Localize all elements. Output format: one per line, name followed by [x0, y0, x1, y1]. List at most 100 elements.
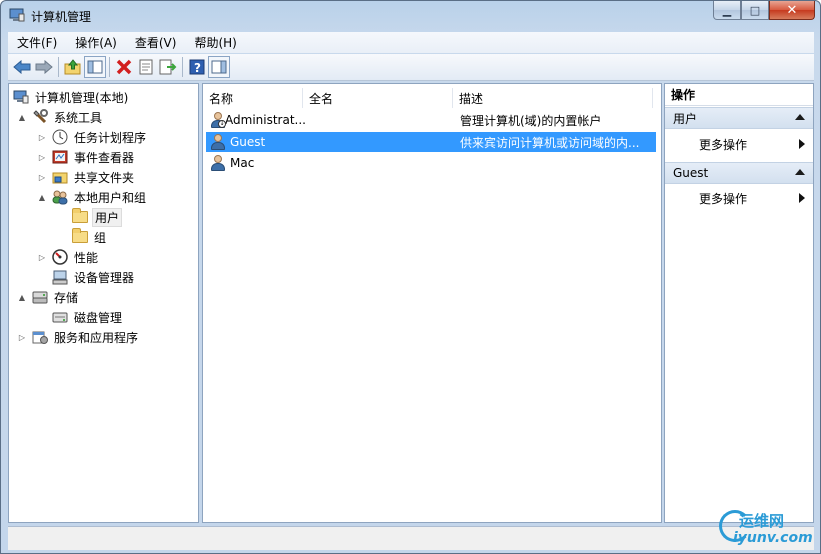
column-header-full-name[interactable]: 全名 — [303, 88, 453, 108]
back-button[interactable] — [11, 56, 33, 78]
minimize-icon: ▁ — [722, 3, 732, 17]
computer-management-icon — [12, 89, 29, 105]
tree-item-label: 磁盘管理 — [74, 310, 123, 325]
show-hide-tree-button[interactable] — [84, 56, 106, 78]
expanded-triangle-icon[interactable]: ▲ — [17, 293, 27, 302]
up-folder-icon — [64, 59, 81, 75]
collapsed-triangle-icon[interactable]: ▷ — [17, 333, 27, 342]
export-list-icon — [159, 59, 177, 75]
watermark-text-2: iyunv.com — [733, 530, 813, 546]
user-icon — [210, 134, 226, 150]
column-header-name[interactable]: 名称 — [203, 88, 303, 108]
action-item-label: 更多操作 — [699, 191, 748, 206]
submenu-arrow-icon — [799, 139, 805, 149]
tree-item-label: 事件查看器 — [74, 150, 135, 165]
computer-management-icon — [9, 8, 25, 22]
menu-action[interactable]: 操作(A) — [66, 34, 126, 51]
action-item-label: 更多操作 — [699, 137, 748, 152]
properties-button[interactable] — [135, 56, 157, 78]
tree-item-event-viewer[interactable]: ▷ 事件查看器 — [37, 147, 136, 167]
minimize-button[interactable]: ▁ — [713, 1, 741, 20]
tree-item-local-users-groups[interactable]: ▲ 本地用户和组 — [37, 187, 148, 207]
collapsed-triangle-icon[interactable]: ▷ — [37, 253, 47, 262]
collapsed-triangle-icon[interactable]: ▷ — [37, 173, 47, 182]
submenu-arrow-icon — [799, 193, 805, 203]
user-name-cell: Mac — [230, 156, 255, 170]
collapse-triangle-icon[interactable] — [795, 114, 805, 120]
tree-item-label: 用户 — [92, 207, 123, 227]
action-more-actions-guest[interactable]: 更多操作 — [665, 187, 813, 209]
toolbar-separator — [58, 57, 59, 77]
console-tree-pane[interactable]: 计算机管理(本地) ▲ 系统工具 ▷ 任务计划程序 ▷ 事件查看器 ▷ 共享文件… — [8, 83, 199, 523]
tree-item-label: 设备管理器 — [74, 270, 135, 285]
action-group-label: Guest — [673, 166, 709, 180]
tree-item-system-tools[interactable]: ▲ 系统工具 — [17, 107, 104, 127]
close-button[interactable]: ✕ — [769, 1, 815, 20]
column-header-description[interactable]: 描述 — [453, 88, 653, 108]
watermark-text-1: 运维网 — [739, 512, 785, 530]
forward-button[interactable] — [33, 56, 55, 78]
tree-item-groups[interactable]: 组 — [71, 227, 108, 247]
toolbar: ? — [8, 54, 814, 81]
computer-management-window: 计算机管理 ▁ □ ✕ 文件(F) 操作(A) 查看(V) 帮助(H) ? 计算… — [0, 0, 821, 554]
performance-icon — [51, 249, 68, 265]
column-header-label: 全名 — [309, 91, 334, 106]
tree-item-users[interactable]: 用户 — [71, 207, 123, 227]
table-row-mac[interactable]: Mac — [206, 153, 656, 173]
menu-help[interactable]: 帮助(H) — [185, 34, 245, 51]
expanded-triangle-icon[interactable]: ▲ — [37, 193, 47, 202]
show-hide-action-pane-icon — [211, 60, 227, 74]
tree-item-task-scheduler[interactable]: ▷ 任务计划程序 — [37, 127, 148, 147]
close-icon: ✕ — [786, 2, 798, 18]
table-row-guest[interactable]: Guest 供来宾访问计算机或访问域的内... — [206, 132, 656, 152]
menu-view[interactable]: 查看(V) — [126, 34, 186, 51]
menu-file[interactable]: 文件(F) — [8, 34, 66, 51]
tree-item-disk-management[interactable]: 磁盘管理 — [51, 307, 124, 327]
details-list-pane[interactable]: 名称 全名 描述 ↓ Administrat... 管理计算机(域)的内置帐户 … — [202, 83, 662, 523]
title-bar[interactable]: 计算机管理 ▁ □ ✕ — [1, 1, 820, 31]
folder-icon — [71, 208, 88, 225]
toolbar-separator — [109, 57, 110, 77]
action-group-users[interactable]: 用户 — [665, 107, 813, 129]
maximize-icon: □ — [749, 3, 761, 17]
maximize-button[interactable]: □ — [741, 1, 769, 20]
export-list-button[interactable] — [157, 56, 179, 78]
tree-item-label: 系统工具 — [54, 110, 103, 125]
column-header-label: 描述 — [459, 91, 484, 106]
delete-icon — [116, 59, 132, 75]
tree-item-label: 计算机管理(本地) — [35, 90, 129, 105]
event-viewer-icon — [51, 149, 68, 165]
tree-item-device-manager[interactable]: 设备管理器 — [51, 267, 136, 287]
help-button[interactable]: ? — [186, 56, 208, 78]
folder-icon — [71, 228, 88, 245]
tree-item-shared-folders[interactable]: ▷ 共享文件夹 — [37, 167, 136, 187]
table-row-administrator[interactable]: ↓ Administrat... 管理计算机(域)的内置帐户 — [206, 110, 656, 130]
show-hide-action-pane-button[interactable] — [208, 56, 230, 78]
tree-item-services-apps[interactable]: ▷ 服务和应用程序 — [17, 327, 140, 347]
expanded-triangle-icon[interactable]: ▲ — [17, 113, 27, 122]
disk-management-icon — [51, 309, 68, 325]
properties-icon — [139, 59, 153, 75]
show-hide-tree-icon — [87, 60, 103, 74]
action-more-actions-users[interactable]: 更多操作 — [665, 133, 813, 155]
back-arrow-icon — [13, 60, 31, 74]
collapsed-triangle-icon[interactable]: ▷ — [37, 133, 47, 142]
actions-pane-title: 操作 — [665, 84, 813, 106]
tree-item-label: 服务和应用程序 — [54, 330, 139, 345]
up-button[interactable] — [62, 56, 84, 78]
tree-item-storage[interactable]: ▲ 存储 — [17, 287, 80, 307]
forward-arrow-icon — [35, 60, 53, 74]
storage-icon — [31, 289, 48, 305]
action-group-guest[interactable]: Guest — [665, 162, 813, 184]
menu-bar: 文件(F) 操作(A) 查看(V) 帮助(H) — [8, 32, 814, 53]
tree-item-computer-management[interactable]: 计算机管理(本地) — [12, 87, 130, 107]
collapse-triangle-icon[interactable] — [795, 169, 805, 175]
status-bar — [8, 526, 814, 550]
action-group-label: 用户 — [673, 111, 698, 126]
collapsed-triangle-icon[interactable]: ▷ — [37, 153, 47, 162]
delete-button[interactable] — [113, 56, 135, 78]
site-watermark: 运维网 iyunv.com — [713, 506, 817, 550]
tree-item-performance[interactable]: ▷ 性能 — [37, 247, 100, 267]
user-description-cell: 管理计算机(域)的内置帐户 — [460, 113, 602, 128]
tree-item-label: 组 — [94, 230, 107, 245]
